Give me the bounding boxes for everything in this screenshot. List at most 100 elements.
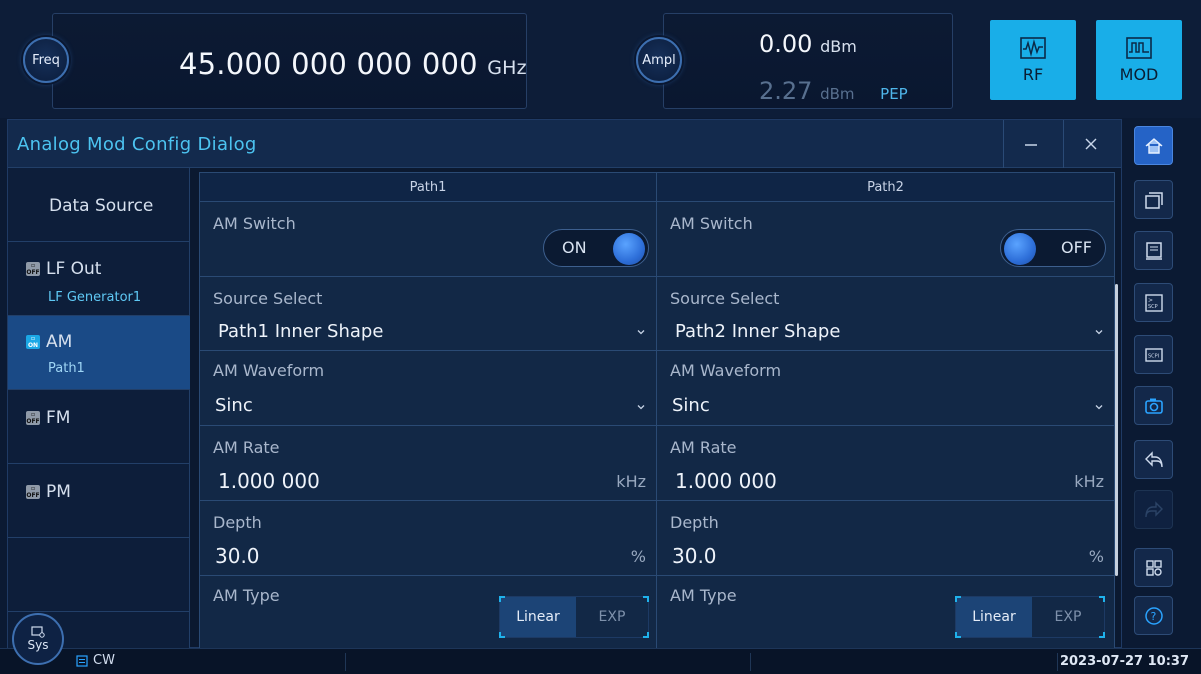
nav-item-title: ▫ OFF PM: [26, 482, 71, 502]
freq-button[interactable]: Freq: [23, 37, 69, 83]
depth-label: Depth: [213, 513, 262, 532]
close-icon: [1085, 138, 1097, 150]
path1-source-select-cell[interactable]: Source Select Path1 Inner Shape: [199, 276, 657, 351]
status-divider: [750, 653, 751, 671]
frequency-unit: GHz: [487, 57, 527, 79]
svg-text:SCPI: SCPI: [1148, 353, 1159, 359]
source-select-value: Path1 Inner Shape: [218, 321, 384, 342]
am-waveform-value: Sinc: [672, 395, 710, 416]
chevron-down-icon: [637, 330, 645, 335]
toggle-state-label: OFF: [1061, 238, 1092, 257]
path1-am-type-segment: Linear EXP: [499, 596, 649, 638]
nav-item-title: ▫ ON AM: [26, 332, 72, 352]
datetime-display: 2023-07-27 10:37: [1059, 654, 1189, 669]
depth-value: 30.0: [672, 544, 717, 568]
ampl-button[interactable]: Ampl: [636, 37, 682, 83]
scpi-recorder-button[interactable]: SCP >: [1134, 283, 1173, 322]
amplitude-panel[interactable]: 0.00 dBm 2.27 dBm PEP: [663, 13, 953, 109]
grid-scrollbar[interactable]: [1115, 284, 1118, 576]
am-rate-value: 1.000 000: [218, 469, 320, 493]
nav-item-am[interactable]: ▫ ON AM Path1: [8, 316, 190, 390]
dialog-title: Analog Mod Config Dialog: [17, 134, 257, 155]
rf-button-label: RF: [1022, 64, 1044, 84]
depth-unit: %: [1088, 547, 1104, 566]
segment-corner: [643, 596, 649, 602]
scpi-icon: SCPI: [1144, 347, 1163, 362]
toggle-knob: [613, 233, 645, 265]
undo-button[interactable]: [1134, 440, 1173, 479]
path1-header: Path1: [199, 172, 657, 202]
am-waveform-value: Sinc: [215, 395, 253, 416]
mod-button[interactable]: MOD: [1096, 20, 1182, 100]
path1-am-switch-toggle[interactable]: ON: [543, 229, 649, 267]
nav-item-label: PM: [46, 482, 71, 502]
nav-item-data-source[interactable]: Data Source: [8, 168, 190, 242]
scpi-button[interactable]: SCPI: [1134, 335, 1173, 374]
am-waveform-label: AM Waveform: [670, 361, 782, 380]
frequency-panel[interactable]: 45.000 000 000 000 GHz: [52, 13, 527, 109]
chevron-down-icon: [637, 405, 645, 410]
scpi-recorder-icon: SCP>: [1144, 293, 1163, 312]
am-rate-unit: kHz: [616, 472, 646, 491]
am-type-linear-option[interactable]: Linear: [956, 597, 1032, 637]
home-icon: [1145, 137, 1162, 154]
undo-icon: [1144, 450, 1163, 467]
path1-waveform-cell[interactable]: AM Waveform Sinc: [199, 350, 657, 426]
off-state-icon: ▫ OFF: [26, 485, 40, 499]
path2-depth-cell[interactable]: Depth 30.0 %: [656, 500, 1115, 576]
home-button[interactable]: [1134, 126, 1173, 165]
pep-label: PEP: [880, 85, 908, 103]
path1-header-label: Path1: [409, 179, 447, 195]
path2-waveform-cell[interactable]: AM Waveform Sinc: [656, 350, 1115, 426]
segment-corner: [955, 596, 961, 602]
nav-item-lf-out[interactable]: ▫ OFF LF Out LF Generator1: [8, 242, 190, 316]
nav-item-fm[interactable]: ▫ OFF FM: [8, 390, 190, 464]
window-stack-button[interactable]: [1134, 180, 1173, 219]
path2-rate-cell[interactable]: AM Rate 1.000 000 kHz: [656, 425, 1115, 501]
nav-item-pm[interactable]: ▫ OFF PM: [8, 464, 190, 538]
amplitude-value: 0.00: [759, 30, 813, 58]
document-button[interactable]: [1134, 231, 1173, 270]
am-rate-label: AM Rate: [213, 438, 280, 457]
close-button[interactable]: [1063, 120, 1118, 168]
dialog-title-bar: Analog Mod Config Dialog: [8, 120, 1121, 168]
sys-button[interactable]: Sys: [12, 613, 64, 665]
path2-am-switch-toggle[interactable]: OFF: [1000, 229, 1106, 267]
nav-item-subtitle: LF Generator1: [48, 290, 142, 305]
path2-header-label: Path2: [867, 179, 904, 195]
path2-am-type-segment: Linear EXP: [955, 596, 1105, 638]
rf-button[interactable]: RF: [990, 20, 1076, 100]
screenshot-button[interactable]: [1134, 386, 1173, 425]
chevron-down-icon: [1095, 405, 1103, 410]
mod-button-label: MOD: [1119, 64, 1159, 84]
off-state-icon: ▫ OFF: [26, 262, 40, 276]
am-type-exp-option[interactable]: EXP: [576, 597, 648, 637]
nav-item-label: AM: [46, 332, 73, 352]
sys-settings-icon: [31, 626, 45, 638]
rf-waveform-icon: [1020, 36, 1046, 59]
am-type-exp-option[interactable]: EXP: [1032, 597, 1104, 637]
source-select-label: Source Select: [670, 289, 780, 308]
sys-button-label: Sys: [27, 638, 49, 652]
freq-button-label: Freq: [32, 52, 60, 68]
path1-am-switch-cell: AM Switch ON: [199, 201, 657, 277]
status-bar: CW 2023-07-27 10:37: [0, 648, 1201, 674]
minimize-button[interactable]: [1003, 120, 1058, 168]
path1-depth-cell[interactable]: Depth 30.0 %: [199, 500, 657, 576]
am-type-linear-option[interactable]: Linear: [500, 597, 576, 637]
path2-source-select-cell[interactable]: Source Select Path2 Inner Shape: [656, 276, 1115, 351]
pep-readout: 2.27 dBm PEP: [759, 77, 908, 105]
path1-rate-cell[interactable]: AM Rate 1.000 000 kHz: [199, 425, 657, 501]
path2-type-cell: AM Type Linear EXP: [656, 575, 1115, 648]
redo-button[interactable]: [1134, 490, 1173, 529]
source-select-label: Source Select: [213, 289, 323, 308]
am-type-label: AM Type: [213, 586, 280, 605]
help-icon: ?: [1144, 606, 1163, 625]
help-button[interactable]: ?: [1134, 596, 1173, 635]
mod-pulse-icon: [1126, 36, 1152, 59]
app-grid-button[interactable]: [1134, 548, 1173, 587]
minimize-icon: [1025, 144, 1037, 146]
path2-am-switch-cell: AM Switch OFF: [656, 201, 1115, 277]
segment-corner: [499, 632, 505, 638]
am-waveform-label: AM Waveform: [213, 361, 325, 380]
